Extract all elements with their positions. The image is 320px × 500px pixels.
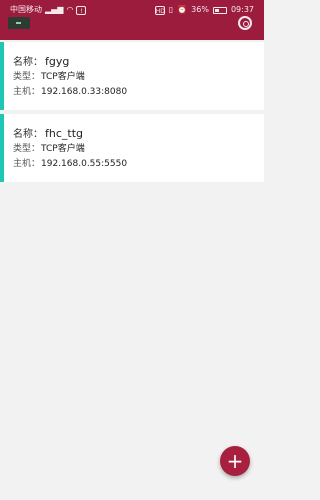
connection-host: 192.168.0.33:8080 bbox=[41, 87, 128, 97]
vibrate-icon: ▯ bbox=[168, 5, 174, 14]
add-connection-button[interactable]: + bbox=[220, 446, 250, 476]
battery-percent: 36% bbox=[191, 5, 209, 14]
status-bar: 中国移动 ▂▄▆ ◠ ! HD ▯ ⏰ 36% 09:37 bbox=[0, 0, 264, 20]
type-label: 类型： bbox=[13, 72, 41, 82]
connection-type: TCP客户端 bbox=[41, 144, 85, 154]
connection-name-row: 名称： fgyg bbox=[13, 53, 264, 69]
hd-icon: HD bbox=[154, 5, 165, 15]
connection-type-row: 类型： TCP客户端 bbox=[13, 69, 264, 84]
notification-icon: ! bbox=[76, 5, 87, 15]
battery-fill bbox=[214, 8, 219, 12]
alarm-icon: ⏰ bbox=[177, 5, 188, 14]
connection-card[interactable]: 名称： fhc_ttg 类型： TCP客户端 主机： 192.168.0.55:… bbox=[0, 114, 264, 182]
connection-host: 192.168.0.55:5550 bbox=[41, 159, 128, 169]
connection-type-row: 类型： TCP客户端 bbox=[13, 141, 264, 156]
name-label: 名称： bbox=[13, 129, 43, 140]
settings-icon[interactable] bbox=[238, 16, 252, 30]
add-icon: + bbox=[226, 449, 244, 473]
connection-name: fgyg bbox=[45, 55, 70, 68]
connection-card[interactable]: 名称： fgyg 类型： TCP客户端 主机： 192.168.0.33:808… bbox=[0, 42, 264, 110]
connection-name: fhc_ttg bbox=[45, 127, 84, 140]
host-label: 主机： bbox=[13, 159, 41, 169]
connection-host-row: 主机： 192.168.0.33:8080 bbox=[13, 84, 264, 99]
battery-icon bbox=[212, 6, 227, 14]
connection-host-row: 主机： 192.168.0.55:5550 bbox=[13, 156, 264, 171]
app-logo-icon bbox=[8, 17, 30, 29]
connection-list: 名称： fgyg 类型： TCP客户端 主机： 192.168.0.33:808… bbox=[0, 42, 264, 186]
wifi-icon: ◠ bbox=[66, 5, 74, 14]
signal-icon: ▂▄▆ bbox=[45, 5, 64, 14]
app-header: 中国移动 ▂▄▆ ◠ ! HD ▯ ⏰ 36% 09:37 bbox=[0, 0, 264, 40]
type-label: 类型： bbox=[13, 144, 41, 154]
connection-type: TCP客户端 bbox=[41, 72, 85, 82]
host-label: 主机： bbox=[13, 87, 41, 97]
connection-name-row: 名称： fhc_ttg bbox=[13, 125, 264, 141]
name-label: 名称： bbox=[13, 57, 43, 68]
